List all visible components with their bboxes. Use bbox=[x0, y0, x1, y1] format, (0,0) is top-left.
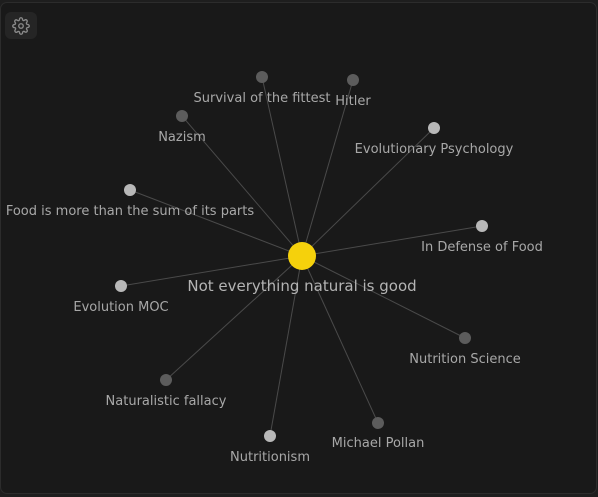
graph-center-node[interactable] bbox=[288, 242, 316, 270]
graph-nodes bbox=[115, 71, 488, 442]
graph-canvas[interactable]: Survival of the fittest Hitler Nazism Evolu… bbox=[1, 3, 597, 494]
graph-node-label: Michael Pollan bbox=[332, 436, 425, 451]
graph-node-label: Evolutionary Psychology bbox=[355, 142, 514, 157]
graph-edge bbox=[129, 189, 303, 257]
graph-node[interactable] bbox=[428, 122, 440, 134]
graph-node[interactable] bbox=[115, 280, 127, 292]
graph-node-label: Hitler bbox=[335, 94, 371, 109]
gear-icon bbox=[12, 16, 30, 35]
graph-node-label: Nutritionism bbox=[230, 450, 310, 465]
graph-node[interactable] bbox=[347, 74, 359, 86]
graph-edge bbox=[165, 255, 303, 381]
graph-node[interactable] bbox=[256, 71, 268, 83]
graph-node-label: In Defense of Food bbox=[421, 240, 543, 255]
graph-center-label: Not everything natural is good bbox=[187, 277, 416, 295]
graph-node-label: Naturalistic fallacy bbox=[106, 394, 227, 409]
graph-node-label: Nazism bbox=[158, 130, 206, 145]
graph-node-label: Survival of the fittest bbox=[194, 91, 331, 106]
graph-node[interactable] bbox=[264, 430, 276, 442]
graph-node-label: Evolution MOC bbox=[73, 300, 168, 315]
graph-panel[interactable]: Survival of the fittest Hitler Nazism Evolu… bbox=[0, 2, 597, 494]
graph-node[interactable] bbox=[176, 110, 188, 122]
graph-node[interactable] bbox=[476, 220, 488, 232]
graph-node[interactable] bbox=[459, 332, 471, 344]
graph-node[interactable] bbox=[372, 417, 384, 429]
graph-view: Survival of the fittest Hitler Nazism Evolu… bbox=[0, 0, 598, 497]
graph-node[interactable] bbox=[160, 374, 172, 386]
graph-node[interactable] bbox=[124, 184, 136, 196]
graph-node-label: Nutrition Science bbox=[409, 352, 520, 367]
graph-settings-button[interactable] bbox=[5, 12, 37, 39]
graph-node-label: Food is more than the sum of its parts bbox=[6, 204, 255, 219]
graph-edge bbox=[301, 255, 466, 339]
